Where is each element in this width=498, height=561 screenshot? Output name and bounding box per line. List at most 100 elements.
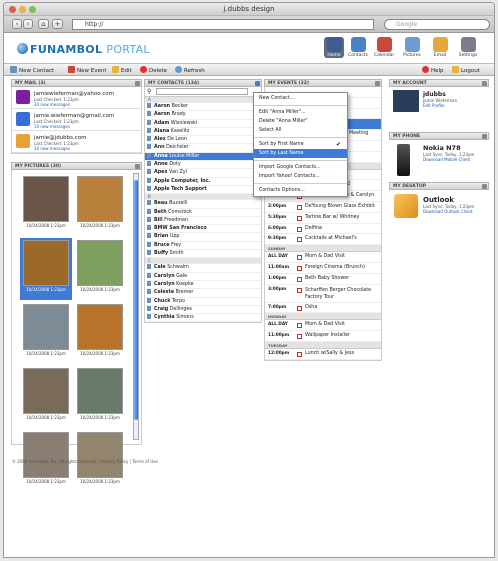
panel-toggle-icon[interactable]	[482, 184, 487, 189]
picture-thumbnail[interactable]: 10/24/2008 1:23pm	[20, 238, 72, 300]
panel-toggle-icon[interactable]	[135, 164, 140, 169]
picture-thumbnail[interactable]: 10/24/2008 1:23pm	[74, 302, 126, 364]
event-row[interactable]: 5:30pm Tartine Bar w/ Whitney	[265, 213, 381, 224]
app-email[interactable]: Email	[430, 37, 450, 58]
mail-new-count[interactable]: 10 new messages	[34, 102, 141, 107]
contact-row[interactable]: Buffy Smith	[145, 250, 261, 259]
contact-row[interactable]: Brian Upp	[145, 233, 261, 242]
picture-date: 10/24/2008 1:23pm	[26, 351, 66, 356]
event-row[interactable]: 2:00pm DeYoung Blown Glass Exhibit	[265, 202, 381, 213]
menu-item[interactable]: Import Yahoo! Contacts...	[254, 172, 347, 181]
panel-toggle-icon[interactable]	[482, 81, 487, 86]
event-row[interactable]: 3:00pm Scharffen Berger Chocolate Factory …	[265, 285, 381, 303]
contacts-menu-toggle-icon[interactable]	[255, 81, 260, 86]
contact-row[interactable]: Carolyn Gale	[145, 272, 261, 281]
picture-thumbnail[interactable]: 10/24/2008 1:23pm	[74, 238, 126, 300]
app-contacts[interactable]: Contacts	[348, 37, 368, 58]
picture-thumbnail[interactable]: 10/24/2008 1:23pm	[74, 174, 126, 236]
address-bar[interactable]: http://	[72, 19, 374, 30]
contact-row[interactable]: Apex Van Zyl	[145, 169, 261, 178]
logout-button[interactable]: Logout	[452, 66, 480, 75]
menu-item[interactable]: Contacts Options...	[254, 186, 347, 195]
refresh-icon	[175, 66, 182, 73]
event-row[interactable]: 7:00pm Osha	[265, 303, 381, 314]
picture-thumbnail[interactable]: 10/24/2008 1:23pm	[20, 366, 72, 428]
app-calendar[interactable]: Calendar	[374, 37, 394, 58]
event-row[interactable]: 12:00pm Lunch w/Sally & Jess	[265, 349, 381, 360]
add-bookmark-button[interactable]: +	[52, 19, 63, 29]
delete-button[interactable]: Delete	[140, 66, 167, 75]
panel-toggle-icon[interactable]	[482, 134, 487, 139]
menu-item[interactable]: Edit "Anna Miller"...	[254, 108, 347, 117]
event-row[interactable]: 11:00am Foreign Cinema (Brunch)	[265, 263, 381, 274]
download-outlook-link[interactable]: Download Outlook Client	[423, 209, 489, 214]
pictures-scrollbar[interactable]	[133, 173, 139, 440]
new-event-button[interactable]: New Event	[68, 66, 107, 75]
forward-button[interactable]: ›	[23, 19, 33, 29]
help-button[interactable]: Help	[422, 66, 444, 75]
refresh-button[interactable]: Refresh	[175, 66, 205, 75]
search-field[interactable]: Google	[384, 19, 490, 30]
scrollbar-thumb[interactable]	[134, 180, 138, 420]
contact-row[interactable]: Adam Wisniewski	[145, 119, 261, 128]
menu-separator	[254, 137, 347, 138]
contact-row[interactable]: Anne Doty	[145, 161, 261, 170]
mail-new-count[interactable]: 10 new messages	[34, 124, 141, 129]
contact-row[interactable]: Beau Buzzelli	[145, 200, 261, 209]
contact-row[interactable]: Cynthia Simons	[145, 314, 261, 323]
edit-button[interactable]: Edit	[112, 66, 132, 75]
event-row[interactable]: ALL DAY Mom & Dad Visit	[265, 252, 381, 263]
picture-thumbnail[interactable]: 10/24/2008 1:23pm	[20, 174, 72, 236]
contact-row[interactable]: Aaron Brady	[145, 111, 261, 120]
mail-new-count[interactable]: 10 new messages	[34, 146, 141, 151]
contact-row[interactable]: Carolyn Koepke	[145, 280, 261, 290]
contact-row[interactable]: Alana Kaselitz	[145, 127, 261, 137]
event-time: ALL DAY	[268, 254, 288, 260]
close-window-button[interactable]	[9, 6, 16, 13]
contact-row[interactable]: Beth Comstock	[145, 208, 261, 217]
back-button[interactable]: ‹	[12, 19, 22, 29]
menu-item[interactable]: Delete "Anna Miller"	[254, 117, 347, 126]
event-row[interactable]: 9:30pm Cocktails at Michael's	[265, 234, 381, 246]
event-row[interactable]: 1:00pm Beth Baby Shower	[265, 274, 381, 285]
picture-thumbnail[interactable]: 10/24/2008 1:23pm	[74, 366, 126, 428]
panel-toggle-icon[interactable]	[375, 81, 380, 86]
panel-toggle-icon[interactable]	[135, 81, 140, 86]
app-pictures[interactable]: Pictures	[402, 37, 422, 58]
contact-row[interactable]: BMW San Francisco	[145, 225, 261, 234]
mail-account[interactable]: jamiewieferman@yahoo.com Last Checked: 1:…	[12, 87, 141, 109]
contact-row[interactable]: Alex De Leon	[145, 136, 261, 145]
app-home[interactable]: Home	[324, 37, 344, 58]
contact-row[interactable]: Bruce Frey	[145, 241, 261, 251]
contacts-search-input[interactable]	[156, 88, 248, 95]
contact-row[interactable]: Celeste Bremer	[145, 289, 261, 298]
menu-item[interactable]: Sort by First Name ✔	[254, 140, 347, 149]
contact-row[interactable]: Bill Freedman	[145, 216, 261, 226]
event-row[interactable]: 11:00pm Wallpaper Installer	[265, 331, 381, 342]
contact-row[interactable]: Anna Louise Miller	[145, 152, 261, 162]
zoom-window-button[interactable]	[29, 6, 36, 13]
menu-item[interactable]: Select All	[254, 126, 347, 135]
app-settings[interactable]: Settings	[458, 37, 478, 58]
minimize-window-button[interactable]	[19, 6, 26, 13]
contact-row[interactable]: Apple Tech Support	[145, 185, 261, 195]
picture-thumbnail[interactable]: 10/24/2008 1:23pm	[20, 302, 72, 364]
contact-row[interactable]: Aaron Becker	[145, 103, 261, 112]
menu-item[interactable]: Sort by Last Name	[254, 149, 347, 158]
home-icon[interactable]: ⌂	[38, 19, 49, 29]
new-contact-button[interactable]: New Contact	[10, 66, 54, 75]
event-row[interactable]: ALL DAY Mom & Dad Visit	[265, 320, 381, 332]
contact-row[interactable]: Ann Deichsler	[145, 144, 261, 153]
menu-item[interactable]: New Contact...	[254, 94, 347, 103]
contact-row[interactable]: Apple Computer, Inc.	[145, 177, 261, 186]
edit-profile-link[interactable]: Edit Profile	[423, 103, 489, 108]
menu-item[interactable]: Import Google Contacts...	[254, 163, 347, 172]
contact-row[interactable]: Chuck Terpo	[145, 297, 261, 306]
mail-account[interactable]: jamie.wieferman@gmail.com Last Checked: 1…	[12, 109, 141, 131]
mail-provider-icon	[16, 112, 30, 126]
event-row[interactable]: 6:00pm Delfina	[265, 224, 381, 235]
download-mobile-link[interactable]: Download Mobile Client	[423, 157, 489, 162]
contact-row[interactable]: Cale Schwalm	[145, 264, 261, 273]
mail-account[interactable]: jamie@jdubbs.com Last Checked: 1:23pm 10 n…	[12, 131, 141, 153]
contact-row[interactable]: Craig Dellinges	[145, 305, 261, 315]
